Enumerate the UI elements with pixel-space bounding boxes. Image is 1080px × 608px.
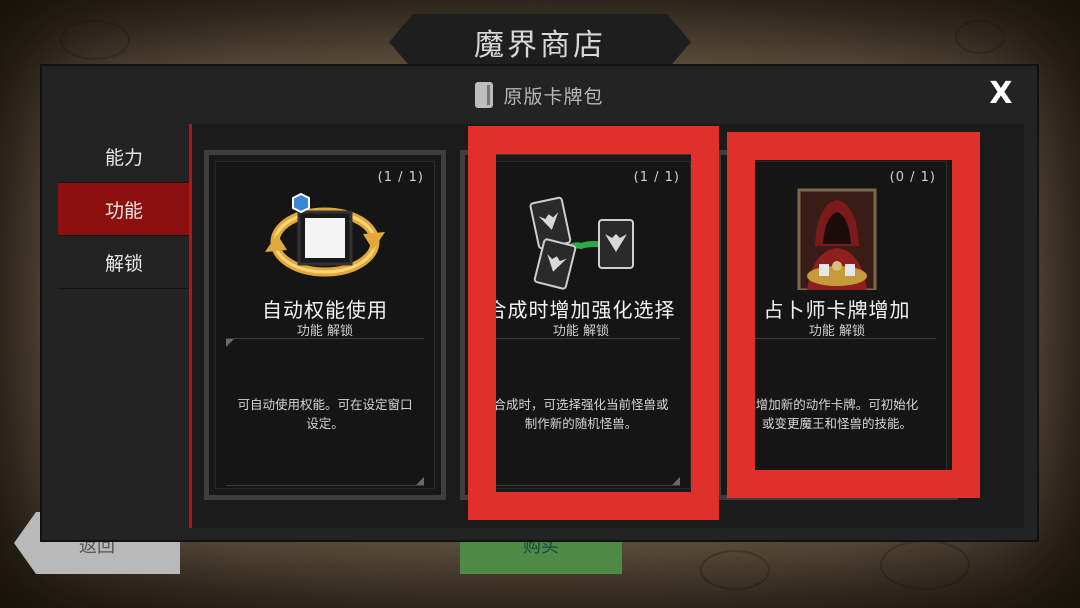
card-description-line: 设定。 xyxy=(306,416,344,431)
corner-ornament xyxy=(416,477,424,485)
sidebar-item-function[interactable]: 功能 xyxy=(58,183,190,236)
card-type: 功能 解锁 xyxy=(296,324,354,339)
sidebar-item-ability[interactable]: 能力 xyxy=(58,130,190,183)
card-description-box: 可自动使用权能。可在设定窗口 设定。 xyxy=(226,338,424,486)
card-pack-icon xyxy=(475,82,494,108)
highlight-box xyxy=(727,132,980,498)
sidebar-item-label: 功能 xyxy=(104,199,143,222)
corner-ornament xyxy=(226,339,234,347)
card-frame: (1 / 1) 自动权能使用 功能 解锁 可自动使用权能。可在设定窗口 设定。 xyxy=(215,161,435,489)
sidebar-item-label: 能力 xyxy=(104,146,143,169)
sidebar-item-label: 解锁 xyxy=(104,252,143,275)
modal-header: 原版卡牌包 xyxy=(42,66,1037,124)
sidebar-item-unlock[interactable]: 解锁 xyxy=(58,236,190,289)
upgrade-card[interactable]: (1 / 1) 自动权能使用 功能 解锁 可自动使用权能。可在设定窗口 设定。 xyxy=(204,150,446,500)
shop-title-banner: 魔界商店 xyxy=(389,14,691,70)
category-sidebar: 能力 功能 解锁 xyxy=(58,130,190,289)
card-name: 自动权能使用 xyxy=(262,298,388,322)
close-icon[interactable]: X xyxy=(985,78,1017,110)
shop-title: 魔界商店 xyxy=(474,28,606,63)
highlight-box xyxy=(468,126,719,520)
card-description: 可自动使用权能。可在设定窗口 设定。 xyxy=(234,395,416,433)
card-count: (1 / 1) xyxy=(377,170,424,185)
modal-title: 原版卡牌包 xyxy=(503,85,604,108)
card-description-line: 可自动使用权能。可在设定窗口 xyxy=(237,397,413,412)
auto-cycle-icon xyxy=(265,192,385,277)
